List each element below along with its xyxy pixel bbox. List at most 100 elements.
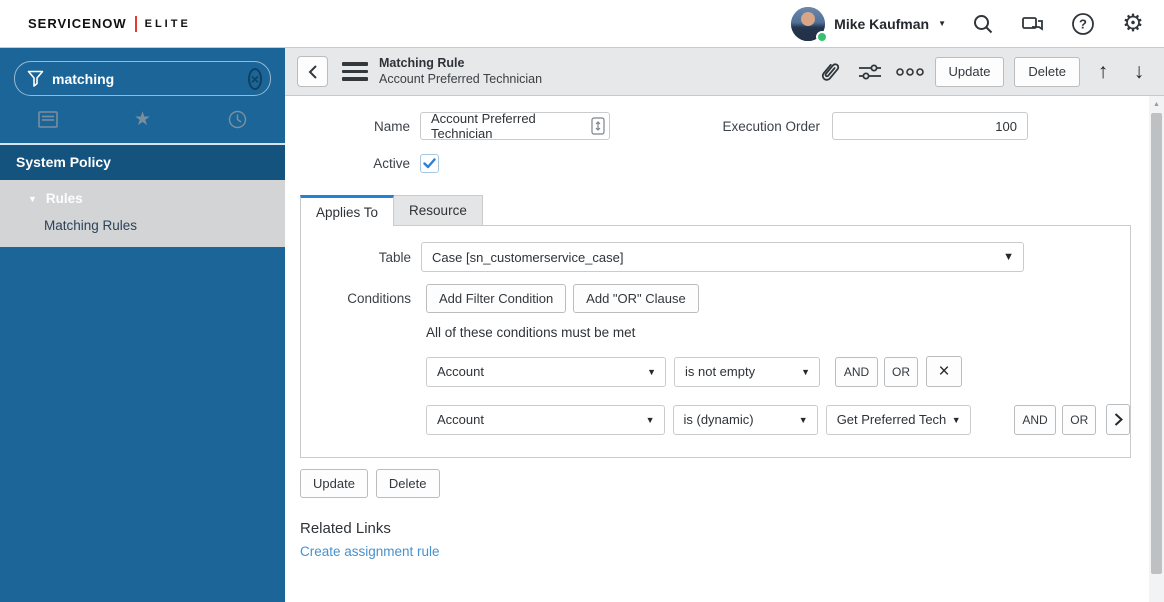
attachment-icon[interactable] [808,50,850,92]
scrollbar-thumb[interactable] [1151,113,1162,574]
search-icon[interactable] [970,11,996,37]
select-caret-icon: ▼ [645,414,655,425]
clock-icon [228,110,247,129]
avatar[interactable] [791,6,829,43]
logo-primary: SERVICENOW [28,16,127,31]
and-button[interactable]: AND [835,356,878,387]
update-button-bottom[interactable]: Update [300,469,368,498]
gear-icon[interactable]: ⚙ [1120,11,1146,37]
record-title-block: Matching Rule Account Preferred Technici… [379,56,542,87]
caret-down-icon: ▼ [28,193,37,204]
form-tabs: Applies To Resource [300,195,1164,226]
top-header: SERVICENOW ELITE Mike Kaufman ▼ ? ⚙ [0,0,1164,48]
navigator-filter[interactable]: × [14,61,271,96]
condition-operator-value: is not empty [685,364,756,379]
servicenow-logo: SERVICENOW ELITE [28,15,191,32]
condition-field-select[interactable]: Account ▼ [426,404,665,435]
form-context-menu-icon[interactable] [342,62,368,81]
user-menu[interactable]: Mike Kaufman ▼ [791,6,946,43]
expand-text-icon[interactable] [591,117,605,135]
vertical-scrollbar[interactable]: ▲ [1149,96,1164,602]
tab-favorites[interactable]: ★ [95,108,190,131]
main-pane: Matching Rule Account Preferred Technici… [285,48,1164,602]
star-icon: ★ [133,109,152,130]
svg-text:?: ? [1079,16,1087,31]
personalize-form-icon[interactable] [855,57,885,87]
create-assignment-rule-link[interactable]: Create assignment rule [300,544,440,559]
add-or-clause-button[interactable]: Add "OR" Clause [573,284,699,313]
record-name-subtitle: Account Preferred Technician [379,71,543,86]
select-caret-icon: ▼ [1003,251,1014,263]
footer-buttons: Update Delete [300,469,1164,498]
update-button[interactable]: Update [934,56,1005,87]
tab-history[interactable] [190,110,285,129]
status-online-dot [816,30,829,43]
previous-record-icon[interactable]: ↑ [1090,60,1116,84]
nav-group-label: Rules [45,191,83,206]
name-field[interactable]: Account Preferred Technician [420,111,610,141]
add-filter-condition-button[interactable]: Add Filter Condition [426,284,567,313]
name-row: Name Account Preferred Technician Execut… [300,111,1164,141]
condition-row: Account ▼ is (dynamic) ▼ Get Preferred T… [426,404,1130,435]
active-row: Active [300,153,1164,173]
filter-funnel-icon [27,70,44,88]
help-icon[interactable]: ? [1070,11,1096,37]
table-label: Table [378,249,411,265]
execution-order-field[interactable]: 100 [832,112,1028,140]
or-button[interactable]: OR [884,356,918,387]
select-caret-icon: ▼ [798,414,808,425]
select-caret-icon: ▼ [647,366,656,377]
logo-secondary: ELITE [144,17,191,30]
next-record-icon[interactable]: ↓ [1126,60,1152,84]
name-value: Account Preferred Technician [431,111,536,141]
navigator-tabs: ★ [0,96,285,143]
delete-button[interactable]: Delete [1014,56,1080,87]
condition-operator-select[interactable]: is not empty ▼ [674,356,820,387]
logo-divider [134,15,137,32]
chat-icon[interactable] [1020,11,1046,37]
header-controls: Mike Kaufman ▼ ? ⚙ [791,6,1146,43]
condition-field-select[interactable]: Account ▼ [426,356,666,387]
chevron-down-icon: ▼ [938,19,946,28]
nav-group-rules: ▼ Rules Matching Rules [0,180,285,247]
record-type-title: Matching Rule [379,55,465,70]
form-content: Name Account Preferred Technician Execut… [285,96,1164,602]
remove-condition-icon[interactable]: × [926,356,962,387]
filter-clear-icon[interactable]: × [248,67,262,90]
condition-value-select[interactable]: Get Preferred Techi ▼ [825,404,971,435]
condition-row: Account ▼ is not empty ▼ AND OR × [426,356,1130,387]
navigator-filter-input[interactable] [52,70,248,87]
servicenow-app: SERVICENOW ELITE Mike Kaufman ▼ ? ⚙ matc… [0,0,1164,602]
nav-section-system-policy: System Policy [0,145,285,180]
scrollbar-up-icon[interactable]: ▲ [1149,96,1164,112]
active-label: Active [373,155,410,171]
tab-applies-to[interactable]: Applies To [300,195,395,226]
table-select[interactable]: Case [sn_customerservice_case] ▼ [421,242,1024,272]
tab-resource[interactable]: Resource [394,195,483,226]
and-button[interactable]: AND [1013,404,1057,435]
delete-button-bottom[interactable]: Delete [375,469,440,498]
record-toolbar: Matching Rule Account Preferred Technici… [285,48,1164,96]
chevron-right-icon[interactable] [1106,404,1130,435]
active-checkbox[interactable] [420,153,439,173]
more-options-icon[interactable] [895,57,925,87]
related-links-title: Related Links [300,520,391,537]
table-row: Table Case [sn_customerservice_case] ▼ [301,242,1130,272]
back-button[interactable] [297,56,328,87]
execution-order-label: Execution Order [722,118,820,134]
condition-field-value: Account [437,412,484,427]
execution-order-value: 100 [995,118,1017,134]
condition-buttons: Add Filter Condition Add "OR" Clause [426,284,699,313]
sidebar-item-matching-rules[interactable]: Matching Rules [0,211,285,237]
condition-operator-value: is (dynamic) [683,412,754,427]
condition-operator-select[interactable]: is (dynamic) ▼ [672,404,818,435]
nav-group-rules-header[interactable]: ▼ Rules [0,186,285,211]
conditions-note: All of these conditions must be met [426,325,636,340]
or-button[interactable]: OR [1062,404,1097,435]
conditions-row: Conditions Add Filter Condition Add "OR"… [301,284,1130,313]
select-caret-icon: ▼ [801,366,810,377]
navigator-sidebar: × ★ System Policy ▼ Rules [0,48,285,602]
tab-all-applications[interactable] [0,111,95,128]
condition-field-value: Account [437,364,484,379]
checkmark-icon [423,157,436,168]
